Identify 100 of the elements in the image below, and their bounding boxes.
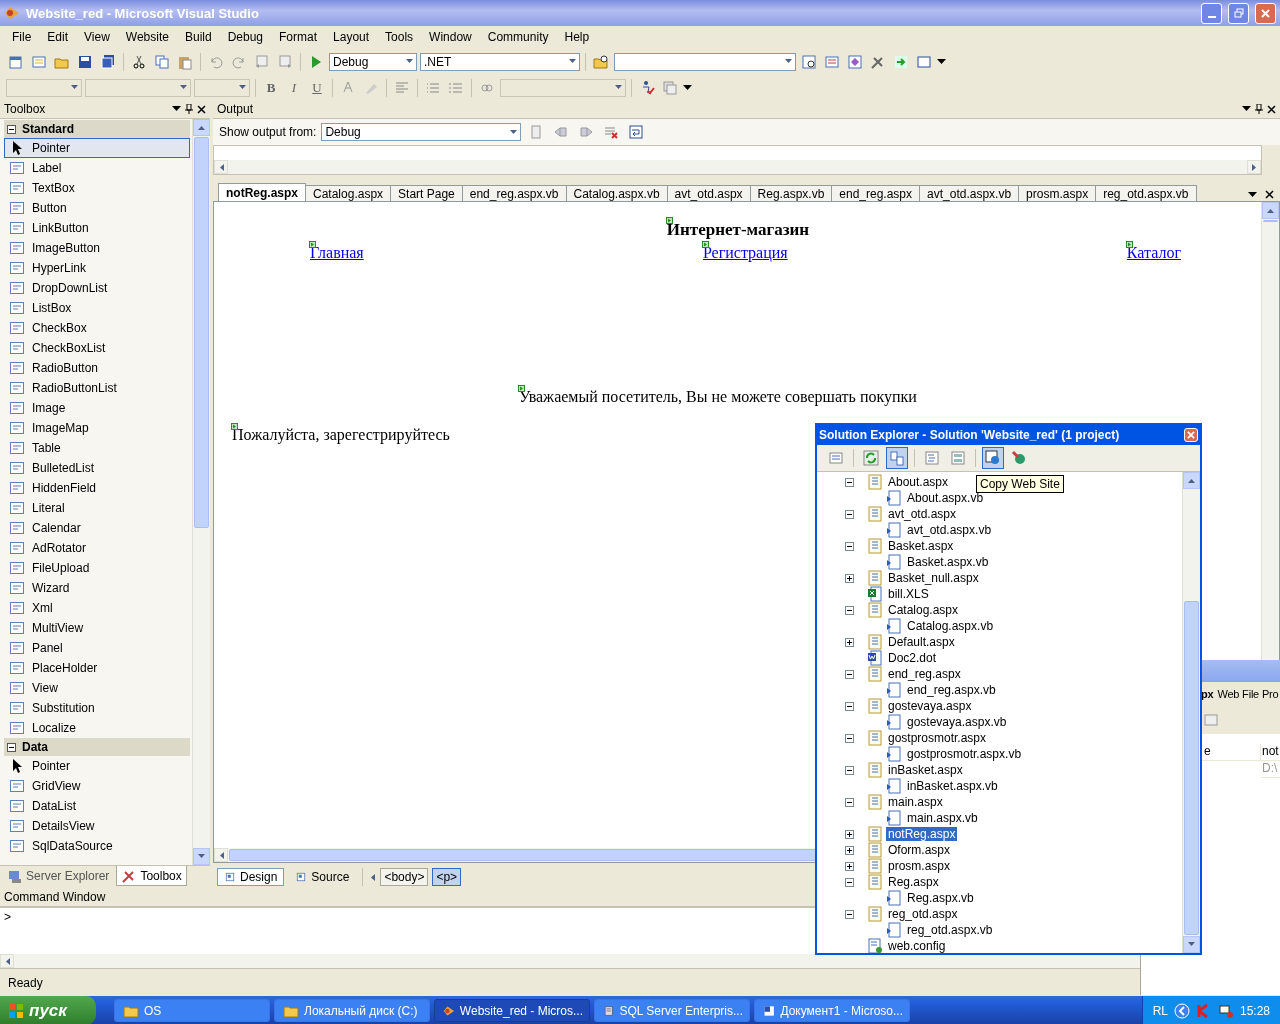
menu-item[interactable]: Layout <box>325 30 378 44</box>
palette-item[interactable]: HiddenField <box>4 478 190 498</box>
palette-item[interactable]: PlaceHolder <box>4 658 190 678</box>
close-button[interactable] <box>1184 428 1198 442</box>
tree-item[interactable]: Reg.aspx <box>886 875 941 889</box>
tree-item[interactable]: gostprosmotr.aspx.vb <box>905 747 1024 761</box>
document-tab[interactable]: Catalog.aspx.vb <box>565 185 668 201</box>
tree-item[interactable]: Doc2.dot <box>886 651 939 665</box>
collapse-icon[interactable] <box>845 733 854 743</box>
vertical-scrollbar[interactable] <box>1182 472 1200 953</box>
collapse-icon[interactable] <box>845 765 854 775</box>
palette-item[interactable]: FileUpload <box>4 558 190 578</box>
network-icon[interactable] <box>1217 1002 1234 1019</box>
document-tab[interactable]: notReg.aspx <box>218 183 306 201</box>
tree-item[interactable]: web.config <box>886 939 948 953</box>
tree-item[interactable]: About.aspx <box>886 475 951 489</box>
document-tab[interactable]: avt_otd.aspx <box>666 185 751 201</box>
view-tab[interactable]: Source <box>288 868 357 886</box>
close-icon[interactable] <box>1265 190 1274 199</box>
menu-item[interactable]: File <box>4 30 40 44</box>
page-link[interactable]: Регистрация <box>701 244 788 262</box>
document-tab[interactable]: end_reg.aspx.vb <box>461 185 567 201</box>
palette-item[interactable]: Localize <box>4 718 190 738</box>
palette-section[interactable]: Data <box>4 738 190 756</box>
taskbar-button[interactable]: Website_red - Micros... <box>434 999 590 1022</box>
palette-item[interactable]: GridView <box>4 776 190 796</box>
collapse-icon[interactable] <box>845 605 854 615</box>
menu-item[interactable]: Help <box>556 30 598 44</box>
palette-item[interactable]: HyperLink <box>4 258 190 278</box>
menu-item[interactable]: Website <box>117 30 177 44</box>
document-tab[interactable]: reg_otd.aspx.vb <box>1095 185 1197 201</box>
tree-item[interactable]: end_reg.aspx <box>886 667 963 681</box>
format-button[interactable]: B <box>261 77 281 98</box>
palette-item[interactable]: DropDownList <box>4 278 190 298</box>
tree-item[interactable]: main.aspx.vb <box>905 811 980 825</box>
palette-item[interactable]: RadioButtonList <box>4 378 190 398</box>
palette-item[interactable]: ListBox <box>4 298 190 318</box>
collapse-icon[interactable] <box>845 877 854 887</box>
tree-item[interactable]: main.aspx <box>886 795 945 809</box>
start-button[interactable]: пуск <box>0 996 96 1024</box>
pin-icon[interactable] <box>1255 104 1263 114</box>
taskbar-button[interactable]: SQL Server Enterpris... <box>594 999 750 1022</box>
expand-icon[interactable] <box>845 573 854 583</box>
tree-item[interactable]: avt_otd.aspx <box>886 507 959 521</box>
expand-icon[interactable] <box>845 861 854 871</box>
tree-item[interactable]: inBasket.aspx <box>886 763 965 777</box>
palette-item[interactable]: AdRotator <box>4 538 190 558</box>
palette-item[interactable]: DataList <box>4 796 190 816</box>
dropdown-arrow-icon[interactable] <box>172 106 181 112</box>
tree-item[interactable]: reg_otd.aspx <box>886 907 960 921</box>
dropdown-arrow-icon[interactable] <box>683 84 692 91</box>
format-button[interactable]: U <box>307 77 327 98</box>
collapse-icon[interactable] <box>7 742 16 752</box>
palette-item[interactable]: CheckBox <box>4 318 190 338</box>
palette-item[interactable]: Pointer <box>4 756 190 776</box>
menu-item[interactable]: Edit <box>39 30 77 44</box>
close-icon[interactable] <box>1267 104 1276 114</box>
palette-item[interactable]: View <box>4 678 190 698</box>
dropdown-arrow-icon[interactable] <box>1242 106 1251 112</box>
palette-item[interactable]: CheckBoxList <box>4 338 190 358</box>
menu-item[interactable]: Tools <box>377 30 422 44</box>
page-link[interactable]: Главная <box>309 244 364 262</box>
collapse-icon[interactable] <box>845 477 854 487</box>
palette-item[interactable]: Wizard <box>4 578 190 598</box>
palette-item[interactable]: Pointer <box>4 138 190 158</box>
taskbar-button[interactable]: Документ1 - Microso... <box>754 999 910 1022</box>
tree-item[interactable]: inBasket.aspx.vb <box>905 779 1000 793</box>
tree-item[interactable]: Reg.aspx.vb <box>905 891 976 905</box>
tree-item[interactable]: reg_otd.aspx.vb <box>905 923 995 937</box>
tree-item[interactable]: avt_otd.aspx.vb <box>905 523 994 537</box>
taskbar-button[interactable]: Локальный диск (C:) <box>274 999 430 1022</box>
dropdown-arrow-icon[interactable] <box>937 58 946 65</box>
collapse-icon[interactable] <box>845 509 854 519</box>
close-button[interactable] <box>1255 2 1276 24</box>
collapse-icon[interactable] <box>845 669 854 679</box>
document-tab[interactable]: end_reg.aspx <box>831 185 921 201</box>
palette-item[interactable]: Table <box>4 438 190 458</box>
tree-item[interactable]: Catalog.aspx.vb <box>905 619 996 633</box>
tree-item[interactable]: Basket.aspx <box>886 539 956 553</box>
view-tab[interactable]: Design <box>217 868 285 886</box>
collapse-icon[interactable] <box>845 541 854 551</box>
tree-item[interactable]: Basket_null.aspx <box>886 571 981 585</box>
palette-item[interactable]: Image <box>4 398 190 418</box>
collapse-icon[interactable] <box>845 909 854 919</box>
tree-item[interactable]: end_reg.aspx.vb <box>905 683 998 697</box>
copy-web-site-button[interactable] <box>982 447 1004 469</box>
palette-item[interactable]: Calendar <box>4 518 190 538</box>
menu-item[interactable]: Build <box>176 30 220 44</box>
minimize-button[interactable] <box>1201 2 1222 24</box>
tree-item[interactable]: Oform.aspx <box>886 843 952 857</box>
palette-item[interactable]: Button <box>4 198 190 218</box>
palette-item[interactable]: ImageMap <box>4 418 190 438</box>
document-tab[interactable]: Start Page <box>390 185 463 201</box>
palette-item[interactable]: MultiView <box>4 618 190 638</box>
tree-item[interactable]: bill.XLS <box>886 587 931 601</box>
palette-item[interactable]: Panel <box>4 638 190 658</box>
palette-item[interactable]: Xml <box>4 598 190 618</box>
palette-item[interactable]: SqlDataSource <box>4 836 190 856</box>
menu-item[interactable]: Debug <box>219 30 272 44</box>
palette-item[interactable]: Substitution <box>4 698 190 718</box>
